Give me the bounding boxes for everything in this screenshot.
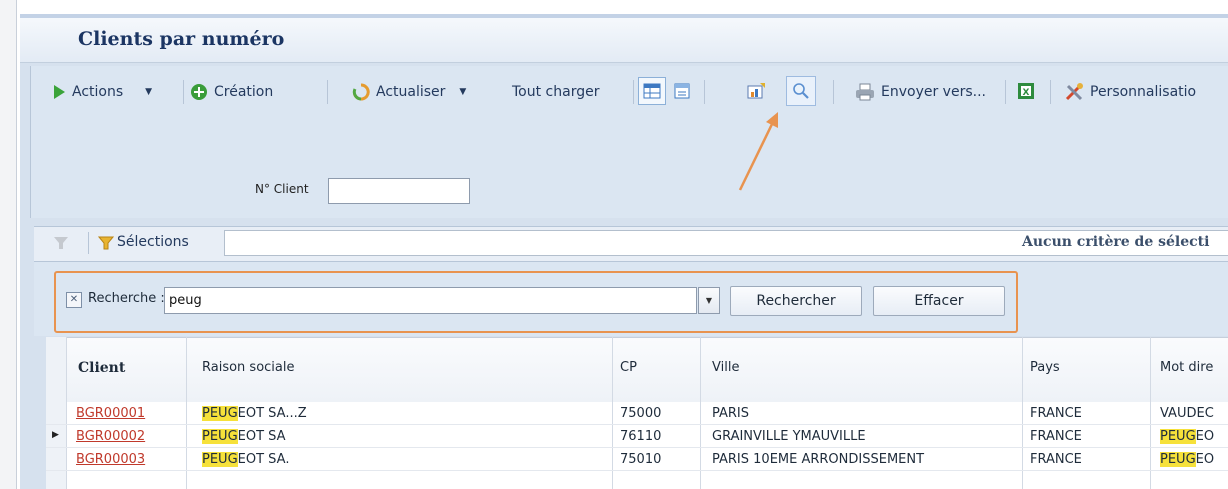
- excel-icon: X: [1018, 83, 1034, 99]
- tout-charger-label: Tout charger: [512, 84, 600, 100]
- raison-sociale-text: EOT SA: [237, 429, 286, 444]
- search-match-highlight: PEUG: [202, 429, 238, 444]
- cp-cell: 75000: [620, 406, 662, 421]
- grid-view-button[interactable]: [638, 77, 666, 105]
- ville-cell: PARIS 10EME ARRONDISSEMENT: [712, 452, 925, 467]
- export-button[interactable]: [742, 77, 770, 105]
- column-header-client[interactable]: Client: [78, 360, 125, 376]
- creation-button[interactable]: Création: [190, 78, 273, 106]
- mot-directeur-text: VAUDEC: [1160, 406, 1214, 421]
- actualiser-button[interactable]: Actualiser ▼: [352, 78, 466, 106]
- raison-sociale-cell: PEUGEOT SA: [202, 429, 286, 444]
- selections-label[interactable]: Sélections: [117, 234, 189, 250]
- chart-export-icon: [747, 83, 765, 99]
- current-row-indicator-icon: ▶: [52, 430, 59, 440]
- tout-charger-button[interactable]: Tout charger: [512, 78, 599, 106]
- printer-icon: [856, 83, 874, 101]
- add-circle-icon: [191, 84, 207, 100]
- play-icon: [54, 85, 65, 99]
- column-header-mot-directeur[interactable]: Mot dire: [1160, 360, 1213, 375]
- effacer-button[interactable]: Effacer: [873, 286, 1005, 316]
- mot-directeur-cell: PEUGEO: [1160, 429, 1214, 444]
- annotation-arrow: [738, 112, 778, 191]
- raison-sociale-cell: PEUGEOT SA...Z: [202, 406, 307, 421]
- envoyer-vers-button[interactable]: Envoyer vers...: [855, 78, 986, 106]
- filter-icon[interactable]: [98, 235, 114, 251]
- form-view-button[interactable]: [668, 77, 696, 105]
- toolbar-separator: [1050, 80, 1051, 104]
- search-match-highlight: PEUG: [202, 452, 238, 467]
- actions-label: Actions: [72, 84, 124, 100]
- raison-sociale-text: EOT SA...Z: [237, 406, 307, 421]
- client-code-link[interactable]: BGR00001: [76, 406, 145, 421]
- envoyer-vers-label: Envoyer vers...: [881, 84, 986, 100]
- actualiser-label: Actualiser: [376, 84, 446, 100]
- search-label: Recherche :: [88, 291, 165, 306]
- filter-clear-icon[interactable]: [52, 234, 70, 252]
- mot-directeur-cell: VAUDEC: [1160, 406, 1214, 421]
- mot-directeur-text: EO: [1195, 452, 1215, 467]
- mot-directeur-cell: PEUGEO: [1160, 452, 1214, 467]
- client-number-input[interactable]: [328, 178, 470, 204]
- creation-label: Création: [214, 84, 274, 100]
- toolbar-separator: [183, 80, 184, 104]
- search-dropdown-button[interactable]: ▼: [698, 287, 720, 314]
- search-toggle-button[interactable]: [786, 76, 816, 106]
- cp-cell: 76110: [620, 429, 662, 444]
- page-title: Clients par numéro: [78, 28, 285, 50]
- selection-status-text: Aucun critère de sélecti: [1022, 234, 1210, 250]
- search-match-highlight: PEUG: [1160, 429, 1196, 444]
- search-input[interactable]: peug: [164, 287, 697, 314]
- pays-cell: FRANCE: [1030, 429, 1082, 444]
- toolbar-separator: [633, 80, 634, 104]
- actions-button[interactable]: Actions ▼: [52, 78, 152, 106]
- ville-cell: GRAINVILLE YMAUVILLE: [712, 429, 866, 444]
- magnifier-icon: [793, 83, 809, 99]
- chevron-down-icon: ▼: [145, 87, 153, 97]
- toolbar-separator: [833, 80, 834, 104]
- cp-cell: 75010: [620, 452, 662, 467]
- rechercher-button[interactable]: Rechercher: [730, 286, 862, 316]
- raison-sociale-text: EOT SA.: [237, 452, 290, 467]
- client-number-label: N° Client: [255, 182, 309, 196]
- svg-text:X: X: [1023, 88, 1030, 98]
- raison-sociale-cell: PEUGEOT SA.: [202, 452, 289, 467]
- left-margin: [0, 0, 16, 489]
- client-code-link[interactable]: BGR00003: [76, 452, 145, 467]
- excel-export-button[interactable]: X: [1012, 77, 1040, 105]
- toolbar-separator: [327, 80, 328, 104]
- window-icon: [674, 83, 690, 99]
- table-icon: [643, 83, 661, 99]
- left-divider: [16, 0, 17, 489]
- close-search-icon[interactable]: ✕: [66, 292, 82, 308]
- pays-cell: FRANCE: [1030, 452, 1082, 467]
- pays-cell: FRANCE: [1030, 406, 1082, 421]
- personnalisation-button[interactable]: Personnalisatio: [1064, 78, 1196, 106]
- toolbar-separator: [704, 80, 705, 104]
- column-header-cp[interactable]: CP: [620, 360, 637, 375]
- refresh-icon: [352, 83, 370, 101]
- column-header-ville[interactable]: Ville: [712, 360, 739, 375]
- toolbar-separator: [88, 232, 89, 254]
- search-match-highlight: PEUG: [1160, 452, 1196, 467]
- personnalisation-label: Personnalisatio: [1090, 84, 1197, 100]
- mot-directeur-text: EO: [1195, 429, 1215, 444]
- ville-cell: PARIS: [712, 406, 750, 421]
- search-match-highlight: PEUG: [202, 406, 238, 421]
- column-header-pays[interactable]: Pays: [1030, 360, 1060, 375]
- client-code-link[interactable]: BGR00002: [76, 429, 145, 444]
- toolbar-separator: [1005, 80, 1006, 104]
- column-header-raison-sociale[interactable]: Raison sociale: [202, 360, 295, 375]
- chevron-down-icon: ▼: [459, 87, 467, 97]
- tools-icon: [1065, 83, 1083, 101]
